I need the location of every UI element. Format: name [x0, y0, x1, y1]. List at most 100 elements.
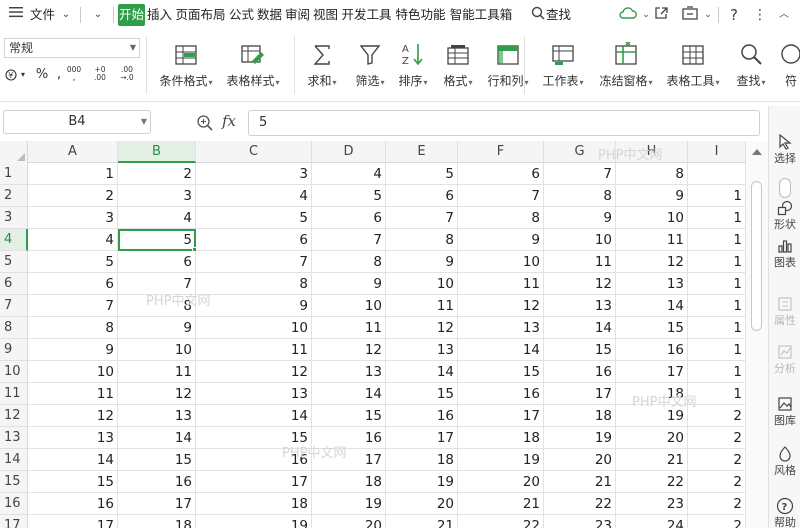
- percent-button[interactable]: %: [34, 64, 50, 86]
- cell-h13[interactable]: 20: [616, 427, 688, 449]
- cell-d17[interactable]: 20: [312, 515, 386, 528]
- cell-h7[interactable]: 14: [616, 295, 688, 317]
- tab-1[interactable]: 开始: [118, 4, 145, 26]
- cell-h9[interactable]: 16: [616, 339, 688, 361]
- file-menu[interactable]: 文件: [30, 6, 55, 24]
- cell-b4[interactable]: 5: [118, 229, 196, 251]
- currency-icon[interactable]: ¥: [4, 64, 18, 86]
- collapse-ribbon-icon[interactable]: ︿: [774, 5, 794, 25]
- cell-a6[interactable]: 6: [28, 273, 118, 295]
- row-header-10[interactable]: 10: [0, 361, 28, 383]
- cell-d10[interactable]: 13: [312, 361, 386, 383]
- cell-g5[interactable]: 11: [544, 251, 616, 273]
- formula-input[interactable]: 5: [248, 110, 760, 136]
- cell-e5[interactable]: 9: [386, 251, 458, 273]
- cell-a15[interactable]: 15: [28, 471, 118, 493]
- cell-f8[interactable]: 13: [458, 317, 544, 339]
- cell-g15[interactable]: 21: [544, 471, 616, 493]
- scroll-up-arrow-icon[interactable]: [752, 149, 762, 155]
- cell-i14[interactable]: 2: [688, 449, 746, 471]
- cell-b15[interactable]: 16: [118, 471, 196, 493]
- cell-g11[interactable]: 17: [544, 383, 616, 405]
- cell-e8[interactable]: 12: [386, 317, 458, 339]
- cell-i16[interactable]: 2: [688, 493, 746, 515]
- cell-c9[interactable]: 11: [196, 339, 312, 361]
- cell-d14[interactable]: 17: [312, 449, 386, 471]
- cell-d3[interactable]: 6: [312, 207, 386, 229]
- row-header-17[interactable]: 17: [0, 515, 28, 528]
- cell-a12[interactable]: 12: [28, 405, 118, 427]
- tab-9[interactable]: 特色功能: [394, 4, 447, 26]
- find-button[interactable]: 查找▾: [734, 36, 768, 96]
- cell-f9[interactable]: 14: [458, 339, 544, 361]
- column-header-e[interactable]: E: [386, 141, 458, 163]
- cell-c3[interactable]: 5: [196, 207, 312, 229]
- filter-button[interactable]: 筛选▾: [350, 36, 390, 96]
- cell-h16[interactable]: 23: [616, 493, 688, 515]
- column-header-g[interactable]: G: [544, 141, 616, 163]
- cell-a2[interactable]: 2: [28, 185, 118, 207]
- row-header-14[interactable]: 14: [0, 449, 28, 471]
- quick-access-dropdown-icon[interactable]: ⌄: [88, 5, 108, 25]
- cell-i9[interactable]: 1: [688, 339, 746, 361]
- chevron-down-icon[interactable]: ⌄: [698, 5, 718, 25]
- cell-g1[interactable]: 7: [544, 163, 616, 185]
- cell-c17[interactable]: 19: [196, 515, 312, 528]
- cell-d13[interactable]: 16: [312, 427, 386, 449]
- cell-d7[interactable]: 10: [312, 295, 386, 317]
- column-header-d[interactable]: D: [312, 141, 386, 163]
- cell-a8[interactable]: 8: [28, 317, 118, 339]
- cell-d6[interactable]: 9: [312, 273, 386, 295]
- cell-b13[interactable]: 14: [118, 427, 196, 449]
- cell-c1[interactable]: 3: [196, 163, 312, 185]
- tab-10[interactable]: 智能工具箱: [448, 4, 514, 26]
- side-panel-help[interactable]: ? 帮助: [769, 496, 800, 528]
- tab-3[interactable]: 页面布局: [174, 4, 227, 26]
- cell-d2[interactable]: 5: [312, 185, 386, 207]
- cell-h5[interactable]: 12: [616, 251, 688, 273]
- cell-d8[interactable]: 11: [312, 317, 386, 339]
- comma-button[interactable]: ,: [54, 64, 64, 86]
- table-style-button[interactable]: 表格样式▾: [222, 36, 284, 96]
- cell-c11[interactable]: 13: [196, 383, 312, 405]
- help-icon[interactable]: ?: [724, 5, 744, 25]
- cell-a14[interactable]: 14: [28, 449, 118, 471]
- cell-i4[interactable]: 1: [688, 229, 746, 251]
- cloud-sync-icon[interactable]: [618, 5, 638, 25]
- side-panel-style[interactable]: 风格: [769, 444, 800, 478]
- worksheet-button[interactable]: 工作表▾: [538, 36, 588, 96]
- select-all-corner[interactable]: [0, 141, 28, 163]
- cell-i13[interactable]: 2: [688, 427, 746, 449]
- cell-c4[interactable]: 6: [196, 229, 312, 251]
- cell-h10[interactable]: 17: [616, 361, 688, 383]
- cell-d1[interactable]: 4: [312, 163, 386, 185]
- cell-a7[interactable]: 7: [28, 295, 118, 317]
- conditional-format-button[interactable]: 条件格式▾: [154, 36, 218, 96]
- cell-g10[interactable]: 16: [544, 361, 616, 383]
- cell-h2[interactable]: 9: [616, 185, 688, 207]
- cell-a3[interactable]: 3: [28, 207, 118, 229]
- sum-button[interactable]: 求和▾: [304, 36, 340, 96]
- cell-e13[interactable]: 17: [386, 427, 458, 449]
- cell-f2[interactable]: 7: [458, 185, 544, 207]
- cell-h11[interactable]: 18: [616, 383, 688, 405]
- cell-d12[interactable]: 15: [312, 405, 386, 427]
- cell-f13[interactable]: 18: [458, 427, 544, 449]
- cell-b14[interactable]: 15: [118, 449, 196, 471]
- decrease-decimal-button[interactable]: .00 →.0: [116, 66, 138, 82]
- cell-i17[interactable]: 2: [688, 515, 746, 528]
- cell-c12[interactable]: 14: [196, 405, 312, 427]
- column-header-h[interactable]: H: [616, 141, 688, 163]
- cell-e9[interactable]: 13: [386, 339, 458, 361]
- cell-a5[interactable]: 5: [28, 251, 118, 273]
- cell-i8[interactable]: 1: [688, 317, 746, 339]
- cell-h6[interactable]: 13: [616, 273, 688, 295]
- cell-e2[interactable]: 6: [386, 185, 458, 207]
- row-header-1[interactable]: 1: [0, 163, 28, 185]
- cell-i5[interactable]: 1: [688, 251, 746, 273]
- tab-8[interactable]: 开发工具: [340, 4, 393, 26]
- cell-g6[interactable]: 12: [544, 273, 616, 295]
- cell-i6[interactable]: 1: [688, 273, 746, 295]
- side-panel-cursor[interactable]: 选择: [769, 132, 800, 166]
- thousands-button[interactable]: 000 ,: [66, 66, 82, 83]
